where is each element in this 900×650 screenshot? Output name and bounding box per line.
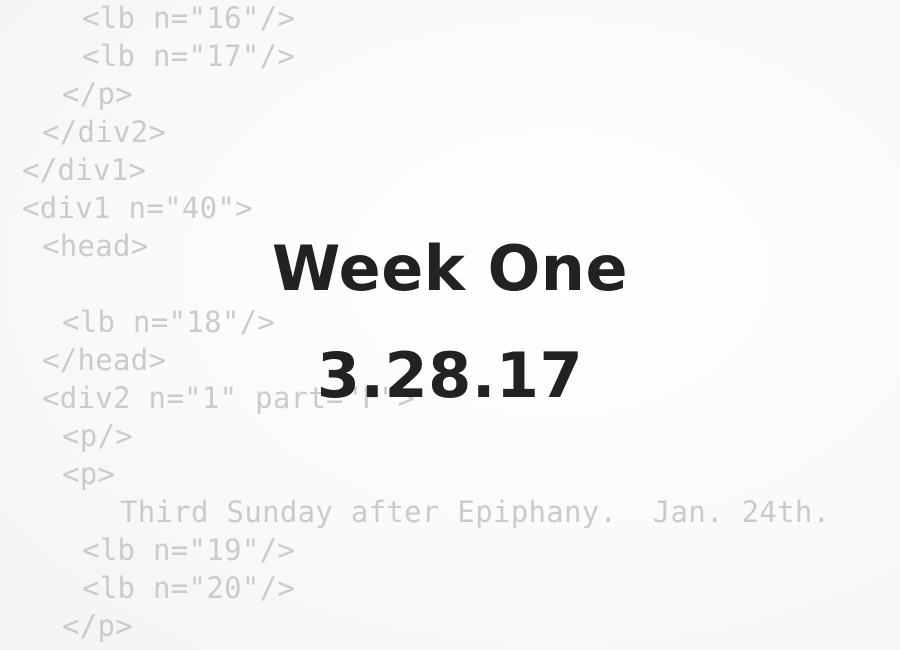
title-heading: Week One xyxy=(272,232,628,305)
title-block: Week One 3.28.17 xyxy=(0,0,900,650)
title-date: 3.28.17 xyxy=(316,339,584,412)
